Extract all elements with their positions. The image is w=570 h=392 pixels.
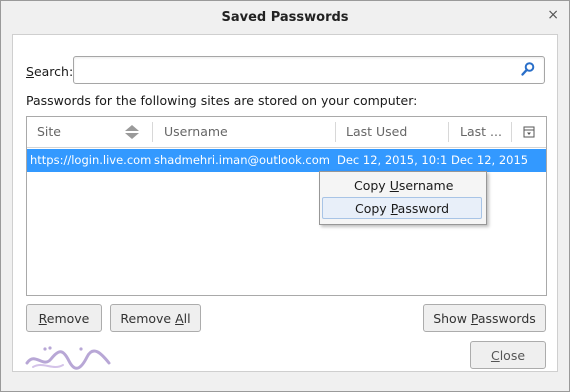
saved-passwords-dialog: Saved Passwords × Search: Passwords for … bbox=[0, 0, 570, 392]
column-picker-icon[interactable] bbox=[523, 126, 535, 138]
column-separator[interactable] bbox=[152, 122, 153, 142]
menu-item-copy-username[interactable]: Copy Username bbox=[322, 175, 482, 197]
copy-username-post: sername bbox=[398, 178, 454, 193]
menu-item-copy-password[interactable]: Copy Password bbox=[322, 197, 482, 219]
remove-label: emove bbox=[46, 311, 90, 326]
copy-password-pre: Copy bbox=[355, 201, 391, 216]
dialog-title: Saved Passwords bbox=[221, 10, 349, 25]
search-label-accesskey: S bbox=[26, 64, 34, 79]
show-passwords-accesskey: P bbox=[470, 311, 478, 326]
watermark-logo bbox=[25, 346, 111, 370]
search-label: Search: bbox=[26, 64, 73, 79]
search-icon[interactable] bbox=[520, 61, 536, 77]
table-header: Site Username Last Used Last ... bbox=[27, 117, 546, 148]
column-separator[interactable] bbox=[335, 122, 336, 142]
show-passwords-label-pre: Show bbox=[433, 311, 471, 326]
remove-all-label-post: ll bbox=[183, 311, 191, 326]
remove-all-button[interactable]: Remove All bbox=[110, 304, 201, 332]
copy-username-accesskey: U bbox=[389, 178, 399, 193]
search-label-text: earch: bbox=[33, 64, 74, 79]
sort-icon[interactable] bbox=[123, 124, 141, 140]
close-button[interactable]: Close bbox=[470, 341, 546, 369]
column-header-last-used[interactable]: Last Used bbox=[346, 117, 407, 147]
column-separator[interactable] bbox=[511, 122, 512, 142]
column-header-last-changed[interactable]: Last ... bbox=[460, 117, 502, 147]
search-input[interactable] bbox=[78, 60, 512, 80]
search-field[interactable] bbox=[73, 56, 545, 84]
close-accesskey: C bbox=[490, 348, 500, 363]
cell-site: https://login.live.com bbox=[30, 153, 152, 167]
column-header-site[interactable]: Site bbox=[37, 117, 61, 147]
show-passwords-button[interactable]: Show Passwords bbox=[423, 304, 546, 332]
column-header-username[interactable]: Username bbox=[164, 117, 228, 147]
show-passwords-label-post: asswords bbox=[477, 311, 536, 326]
remove-accesskey: R bbox=[38, 311, 47, 326]
remove-all-label-pre: Remove bbox=[120, 311, 176, 326]
copy-password-post: assword bbox=[397, 201, 450, 216]
copy-password-accesskey: P bbox=[390, 201, 398, 216]
cell-username: shadmehri.iman@outlook.com bbox=[154, 153, 330, 167]
table-row[interactable]: https://login.live.com shadmehri.iman@ou… bbox=[27, 149, 546, 172]
copy-username-pre: Copy bbox=[354, 178, 390, 193]
remove-button[interactable]: Remove bbox=[26, 304, 102, 332]
column-separator[interactable] bbox=[448, 122, 449, 142]
close-label: lose bbox=[499, 348, 526, 363]
context-menu: Copy Username Copy Password bbox=[319, 171, 487, 225]
title-bar: Saved Passwords × bbox=[1, 1, 569, 34]
close-icon[interactable]: × bbox=[547, 7, 559, 23]
cell-last-used: Dec 12, 2015, 10:13... bbox=[337, 153, 447, 167]
cell-last-changed: Dec 12, 2015 bbox=[451, 153, 529, 167]
info-text: Passwords for the following sites are st… bbox=[26, 93, 418, 108]
remove-all-accesskey: A bbox=[175, 311, 184, 326]
